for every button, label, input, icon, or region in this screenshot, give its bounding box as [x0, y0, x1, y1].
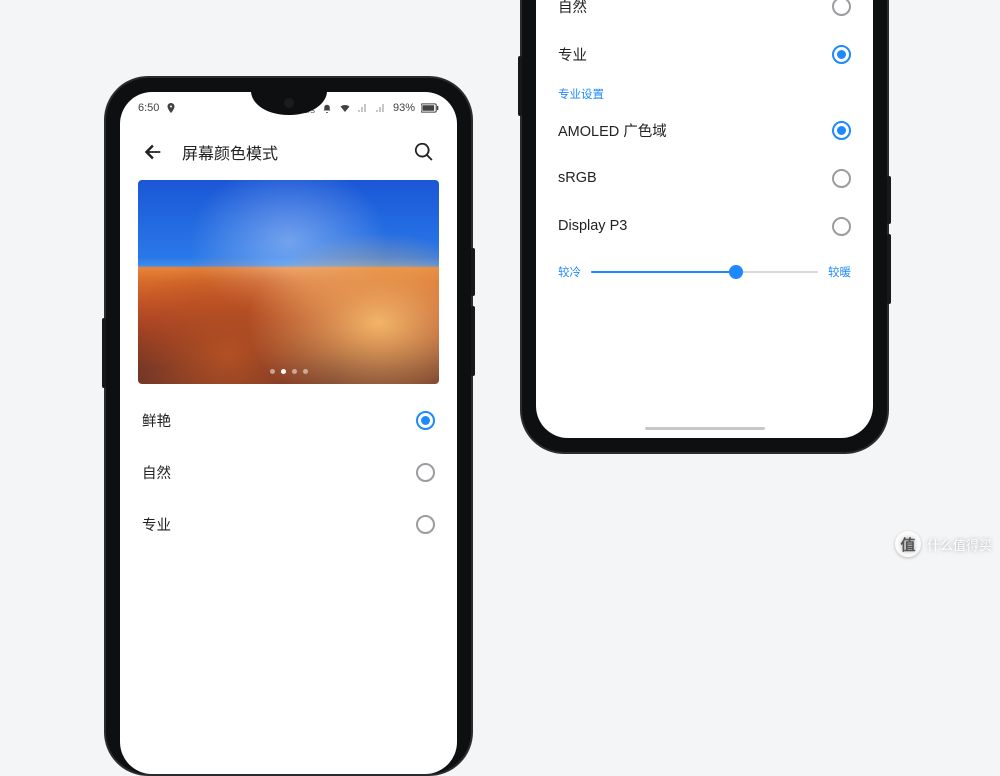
- option-label: 专业: [558, 44, 587, 65]
- radio-icon: [832, 169, 851, 188]
- radio-icon: [832, 0, 851, 16]
- dnd-icon: [321, 102, 333, 114]
- watermark: 值 什么值得买: [895, 531, 992, 557]
- home-indicator[interactable]: [645, 427, 765, 430]
- location-icon: [165, 102, 177, 114]
- side-button: [887, 234, 891, 304]
- page-header: 屏幕颜色模式: [120, 120, 457, 180]
- watermark-badge: 值: [895, 531, 921, 557]
- option-p3[interactable]: Display P3: [558, 202, 851, 250]
- option-label: AMOLED 广色域: [558, 120, 667, 141]
- option-natural[interactable]: 自然: [558, 0, 851, 30]
- option-natural[interactable]: 自然: [142, 446, 435, 498]
- signal-icon: [357, 102, 369, 114]
- phone-left: 6:50 0.27 KB/S 93% 屏幕颜色模式: [104, 76, 473, 776]
- preview-image[interactable]: [138, 180, 439, 384]
- phone-right: 自然 专业 专业设置 AMOLED 广色域 sRGB Display P3 较冷: [520, 0, 889, 454]
- option-label: 鲜艳: [142, 410, 171, 431]
- radio-selected-icon: [416, 411, 435, 430]
- color-temperature-slider[interactable]: 较冷 较暖: [558, 264, 851, 280]
- carousel-dots: [270, 369, 308, 374]
- side-button: [471, 306, 475, 376]
- slider-left-label: 较冷: [558, 264, 581, 280]
- option-professional[interactable]: 专业: [558, 30, 851, 78]
- option-professional[interactable]: 专业: [142, 498, 435, 550]
- option-label: Display P3: [558, 218, 627, 234]
- search-icon[interactable]: [413, 141, 435, 163]
- battery-icon: [421, 103, 439, 113]
- battery-text: 93%: [393, 102, 415, 114]
- radio-icon: [416, 515, 435, 534]
- option-label: 自然: [142, 462, 171, 483]
- radio-selected-icon: [832, 121, 851, 140]
- phone-right-screen: 自然 专业 专业设置 AMOLED 广色域 sRGB Display P3 较冷: [536, 0, 873, 438]
- watermark-text: 什么值得买: [927, 535, 992, 554]
- phone-left-screen: 6:50 0.27 KB/S 93% 屏幕颜色模式: [120, 92, 457, 774]
- slider-fill: [591, 271, 736, 273]
- option-srgb[interactable]: sRGB: [558, 154, 851, 202]
- radio-selected-icon: [832, 45, 851, 64]
- option-vivid[interactable]: 鲜艳: [142, 394, 435, 446]
- slider-right-label: 较暖: [828, 264, 851, 280]
- option-label: sRGB: [558, 170, 597, 186]
- back-icon[interactable]: [142, 141, 164, 163]
- slider-track[interactable]: [591, 271, 818, 273]
- slider-thumb[interactable]: [729, 265, 743, 279]
- option-label: 自然: [558, 0, 587, 17]
- radio-icon: [416, 463, 435, 482]
- option-amoled[interactable]: AMOLED 广色域: [558, 106, 851, 154]
- color-mode-options: 鲜艳 自然 专业: [120, 384, 457, 550]
- section-title-pro: 专业设置: [558, 86, 851, 102]
- signal2-icon: [375, 102, 387, 114]
- wifi-icon: [339, 102, 351, 114]
- option-label: 专业: [142, 514, 171, 535]
- status-time: 6:50: [138, 102, 159, 114]
- page-title: 屏幕颜色模式: [182, 140, 395, 164]
- radio-icon: [832, 217, 851, 236]
